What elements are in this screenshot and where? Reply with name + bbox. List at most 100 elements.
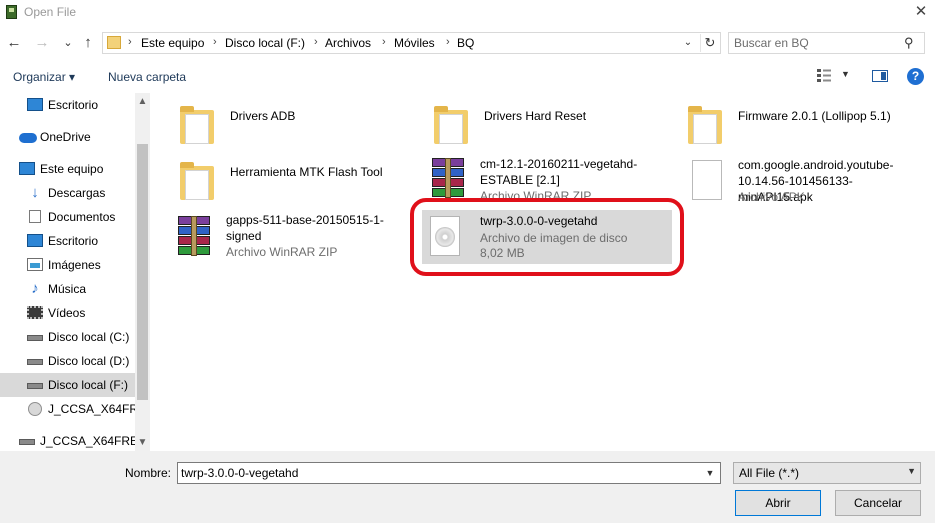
file-item-cm-12-1[interactable]: cm-12.1-20160211-vegetahd-ESTABLE [2.1] … xyxy=(426,150,666,204)
recent-locations-button[interactable]: ⌄ xyxy=(59,33,77,53)
sidebar-item-este-equipo[interactable]: Este equipo xyxy=(0,157,135,181)
scroll-down-icon[interactable]: ▼ xyxy=(135,434,150,451)
video-icon xyxy=(27,306,43,319)
breadcrumb-bq[interactable]: BQ xyxy=(457,36,474,50)
sidebar-item-label: Este equipo xyxy=(40,162,104,176)
sidebar-item-musica[interactable]: ♪ Música xyxy=(0,277,135,301)
breadcrumb-disco-local-f[interactable]: Disco local (F:) xyxy=(225,36,305,50)
document-icon xyxy=(29,210,41,223)
breadcrumb-archivos[interactable]: Archivos xyxy=(325,36,371,50)
sidebar-item-escritorio-2[interactable]: Escritorio xyxy=(0,229,135,253)
sidebar-item-disco-c[interactable]: Disco local (C:) xyxy=(0,325,135,349)
file-type-filter[interactable]: All File (*.*) ▼ xyxy=(733,462,921,484)
file-name: Drivers ADB xyxy=(230,109,296,123)
search-icon[interactable]: ⚲ xyxy=(904,36,918,50)
sidebar-item-label: Documentos xyxy=(48,210,116,224)
sidebar-item-onedrive[interactable]: OneDrive xyxy=(0,125,135,149)
help-icon[interactable]: ? xyxy=(907,68,924,85)
cancel-button[interactable]: Cancelar xyxy=(835,490,921,516)
sidebar-item-disco-d[interactable]: Disco local (D:) xyxy=(0,349,135,373)
folder-icon xyxy=(688,104,724,148)
sidebar-item-label: Disco local (C:) xyxy=(48,330,130,344)
scrollbar-thumb[interactable] xyxy=(137,144,148,400)
apk-file-icon xyxy=(692,160,722,200)
breadcrumb-separator[interactable]: › xyxy=(314,36,318,48)
sidebar-item-label: Vídeos xyxy=(48,306,86,320)
filename-combobox[interactable]: ▼ xyxy=(177,462,721,484)
breadcrumb-separator[interactable]: › xyxy=(382,36,386,48)
disc-image-icon xyxy=(430,216,460,256)
breadcrumb-separator[interactable]: › xyxy=(213,36,217,48)
sidebar-item-label: Imágenes xyxy=(48,258,101,272)
refresh-icon[interactable]: ↻ xyxy=(700,34,719,52)
computer-icon xyxy=(19,162,35,175)
file-item-firmware[interactable]: Firmware 2.0.1 (Lollipop 5.1) xyxy=(684,98,924,152)
disc-icon xyxy=(28,402,42,416)
breadcrumb-separator[interactable]: › xyxy=(128,36,132,48)
app-icon xyxy=(6,5,17,19)
sidebar-item-label: Música xyxy=(48,282,87,296)
sidebar-item-escritorio[interactable]: Escritorio xyxy=(0,93,135,117)
download-icon: ↓ xyxy=(31,184,39,201)
back-button[interactable]: ← xyxy=(5,33,23,53)
open-button[interactable]: Abrir xyxy=(735,490,821,516)
sidebar-item-label: J_CCSA_X64FRE_E xyxy=(40,434,150,448)
sidebar-item-usb-drive[interactable]: J_CCSA_X64FRE_E xyxy=(0,429,150,451)
file-item-gapps[interactable]: gapps-511-base-20150515-1-signed Archivo… xyxy=(172,208,412,262)
close-button[interactable]: ✕ xyxy=(911,3,931,21)
new-folder-button[interactable]: Nueva carpeta xyxy=(108,70,186,84)
sidebar-item-descargas[interactable]: ↓ Descargas xyxy=(0,181,135,205)
sidebar-item-label: Escritorio xyxy=(48,234,99,248)
sidebar-item-dvd-drive[interactable]: J_CCSA_X64FRE_ xyxy=(0,397,150,421)
file-item-drivers-hard-reset[interactable]: Drivers Hard Reset xyxy=(430,98,670,152)
drive-icon xyxy=(27,335,43,341)
desktop-icon xyxy=(27,234,43,247)
address-bar[interactable]: › Este equipo › Disco local (F:) › Archi… xyxy=(102,32,721,54)
file-size: 8,02 MB xyxy=(480,246,525,260)
search-box[interactable]: ⚲ xyxy=(728,32,925,54)
breadcrumb-moviles[interactable]: Móviles xyxy=(394,36,435,50)
folder-icon xyxy=(434,104,470,148)
sidebar-item-documentos[interactable]: Documentos xyxy=(0,205,135,229)
winrar-archive-icon xyxy=(430,156,466,200)
file-name: Herramienta MTK Flash Tool xyxy=(230,165,383,179)
winrar-archive-icon xyxy=(176,214,212,258)
preview-pane-icon[interactable] xyxy=(872,70,888,82)
address-dropdown-icon[interactable]: ⌄ xyxy=(679,35,697,51)
file-name: twrp-3.0.0-0-vegetahd xyxy=(480,214,598,228)
organize-menu[interactable]: Organizar ▾ xyxy=(13,70,75,84)
navigation-pane: Escritorio OneDrive Este equipo ↓ Descar… xyxy=(0,93,150,451)
search-input[interactable] xyxy=(734,36,894,50)
sidebar-item-label: Descargas xyxy=(48,186,106,200)
file-type-value: All File (*.*) xyxy=(739,466,800,480)
folder-icon xyxy=(107,36,121,49)
drive-icon xyxy=(27,383,43,389)
filename-input[interactable] xyxy=(181,466,681,480)
scroll-up-icon[interactable]: ▲ xyxy=(135,93,150,110)
file-item-twrp[interactable]: twrp-3.0.0-0-vegetahd Archivo de imagen … xyxy=(422,210,672,264)
up-button[interactable]: ↑ xyxy=(79,33,97,53)
file-name: Firmware 2.0.1 (Lollipop 5.1) xyxy=(738,109,891,123)
file-type: Archivo de imagen de disco xyxy=(480,231,628,245)
file-type: Archivo APK xyxy=(738,190,805,204)
sidebar-item-videos[interactable]: Vídeos xyxy=(0,301,135,325)
view-options-icon[interactable] xyxy=(817,69,831,82)
drive-icon xyxy=(27,359,43,365)
file-item-herramienta-mtk[interactable]: Herramienta MTK Flash Tool xyxy=(176,154,416,208)
sidebar-item-disco-f[interactable]: Disco local (F:) xyxy=(0,373,135,397)
window-title: Open File xyxy=(24,5,77,19)
file-item-drivers-adb[interactable]: Drivers ADB xyxy=(176,98,416,152)
sidebar-item-label: OneDrive xyxy=(40,130,91,144)
desktop-icon xyxy=(27,98,43,111)
breadcrumb-separator[interactable]: › xyxy=(446,36,450,48)
drive-icon xyxy=(19,439,35,445)
sidebar-item-imagenes[interactable]: Imágenes xyxy=(0,253,135,277)
file-item-youtube-apk[interactable]: com.google.android.youtube-10.14.56-1014… xyxy=(684,154,924,208)
breadcrumb-este-equipo[interactable]: Este equipo xyxy=(141,36,204,50)
forward-button[interactable]: → xyxy=(33,33,51,53)
folder-icon xyxy=(180,104,216,148)
view-dropdown-icon[interactable]: ▼ xyxy=(841,69,850,79)
sidebar-item-label: Disco local (D:) xyxy=(48,354,130,368)
chevron-down-icon[interactable]: ▼ xyxy=(703,465,717,481)
music-icon: ♪ xyxy=(31,280,39,297)
